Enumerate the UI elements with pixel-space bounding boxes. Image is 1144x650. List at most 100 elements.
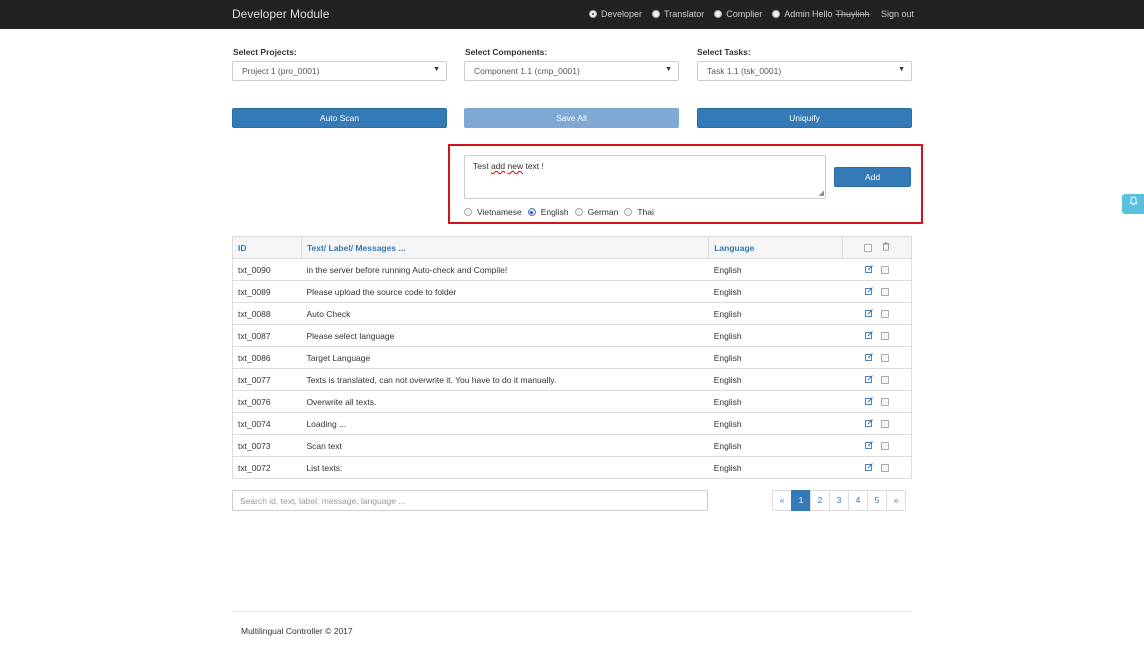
role-label: Developer [601,9,643,19]
page-1[interactable]: 1 [791,490,811,511]
cell-id: txt_0086 [232,346,302,369]
lang-vietnamese[interactable]: Vietnamese [464,207,522,217]
col-actions [842,236,912,259]
row-checkbox[interactable] [880,441,889,450]
cell-id: txt_0072 [232,456,302,479]
col-text[interactable]: Text/ Label/ Messages ... [300,236,710,259]
cell-language: English [708,456,843,479]
row-checkbox[interactable] [880,309,889,318]
table-row: txt_0089 Please upload the source code to… [232,280,912,303]
misspelled-word: new [507,161,524,171]
page-3[interactable]: 3 [829,490,849,511]
role-admin[interactable]: Admin [772,9,810,19]
bell-icon[interactable] [1122,194,1144,214]
edit-icon[interactable] [864,352,873,363]
cell-id: txt_0087 [232,324,302,347]
edit-icon[interactable] [864,286,873,297]
components-value: Component 1.1 (cmp_0001) [474,66,580,76]
bell-glyph [1128,196,1138,206]
projects-label: Select Projects: [233,47,297,57]
add-button[interactable]: Add [834,167,911,187]
edit-icon[interactable] [864,396,873,407]
cell-actions [842,456,912,479]
edit-icon[interactable] [864,308,873,319]
cell-actions [842,434,912,457]
col-language[interactable]: Language [708,236,844,259]
cell-id: txt_0089 [232,280,302,303]
caret-down-icon: ▼ [433,66,440,73]
lang-german[interactable]: German [574,207,618,217]
edit-icon[interactable] [864,440,873,451]
table-row: txt_0072 List texts: English [232,456,912,479]
lang-english[interactable]: English [527,207,569,217]
edit-icon[interactable] [864,418,873,429]
tasks-value: Task 1.1 (tsk_0001) [707,66,782,76]
tasks-select[interactable]: Task 1.1 (tsk_0001) ▼ [697,61,912,81]
search-input[interactable]: Search id, text, label, message, languag… [232,490,708,511]
select-all-checkbox[interactable] [863,243,872,252]
cell-id: txt_0076 [232,390,302,413]
uniquify-button[interactable]: Uniquify [697,108,912,128]
radio-icon[interactable] [527,208,536,216]
radio-icon[interactable] [652,10,661,18]
projects-select[interactable]: Project 1 (pro_0001) ▼ [232,61,447,81]
components-select[interactable]: Component 1.1 (cmp_0001) ▼ [464,61,679,81]
radio-icon[interactable] [464,208,472,216]
greeting-text: Hello [812,9,833,19]
trash-icon[interactable] [882,242,890,253]
page-4[interactable]: 4 [848,490,868,511]
page-prev[interactable]: « [772,490,792,511]
radio-icon[interactable] [714,10,723,18]
pagination: « 1 2 3 4 5 » [772,490,906,511]
role-complier[interactable]: Complier [714,9,762,19]
lang-thai[interactable]: Thai [624,207,654,217]
cell-language: English [708,412,843,435]
radio-icon[interactable] [574,208,583,216]
cell-text: Overwrite all texts. [301,390,709,413]
table-row: txt_0076 Overwrite all texts. English [232,390,912,413]
resize-handle-icon[interactable]: ◢ [819,190,824,197]
col-id[interactable]: ID [232,236,302,259]
app-title[interactable]: Developer Module [232,7,329,21]
role-selector: Developer Translator Complier Admin [589,9,820,19]
misspelled-word: add [490,161,506,171]
footer-divider [232,611,912,612]
edit-icon[interactable] [864,374,873,385]
footer-text: Multilingual Controller © 2017 [241,626,353,636]
edit-icon[interactable] [864,264,873,275]
page-5[interactable]: 5 [867,490,887,511]
save-all-button[interactable]: Save All [464,108,679,128]
radio-icon[interactable] [624,208,633,216]
edit-icon[interactable] [864,330,873,341]
lang-label: Vietnamese [477,207,522,217]
username: Thuylinh [835,9,870,19]
edit-icon[interactable] [864,462,873,473]
page-next[interactable]: » [886,490,906,511]
row-checkbox[interactable] [880,463,889,472]
role-translator[interactable]: Translator [652,9,704,19]
cell-language: English [708,434,843,457]
row-checkbox[interactable] [880,375,889,384]
table-row: txt_0088 Auto Check English [232,302,912,325]
row-checkbox[interactable] [880,265,889,274]
row-checkbox[interactable] [880,287,889,296]
cell-id: txt_0088 [232,302,302,325]
auto-scan-button[interactable]: Auto Scan [232,108,447,128]
cell-text: Auto Check [301,302,709,325]
cell-text: Target Language [301,346,709,369]
new-text-input[interactable]: Test add new text ! ◢ [464,155,826,199]
row-checkbox[interactable] [880,419,889,428]
page-2[interactable]: 2 [810,490,830,511]
user-greeting: Hello Thuylinh [812,9,870,19]
radio-icon[interactable] [772,10,781,18]
row-checkbox[interactable] [880,397,889,406]
lang-label: Thai [637,207,654,217]
cell-text: in the server before running Auto-check … [301,258,709,281]
role-developer[interactable]: Developer [589,9,642,19]
row-checkbox[interactable] [880,353,889,362]
cell-actions [842,390,912,413]
signout-link[interactable]: Sign out [881,9,914,19]
row-checkbox[interactable] [880,331,889,340]
radio-icon[interactable] [589,10,597,18]
cell-language: English [708,258,843,281]
